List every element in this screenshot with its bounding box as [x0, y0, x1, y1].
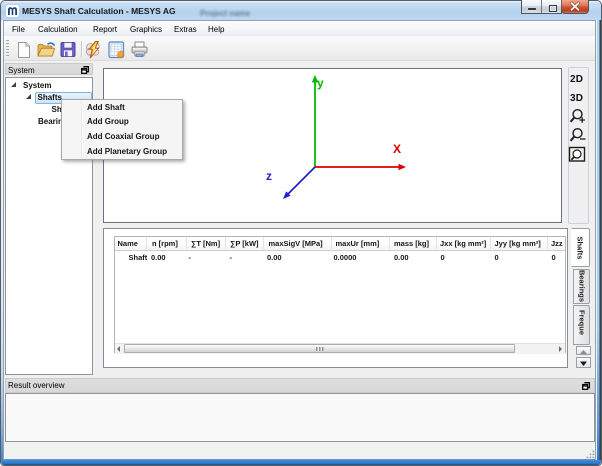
svg-text:X: X: [393, 142, 401, 156]
svg-text:y: y: [317, 76, 324, 90]
svg-text:z: z: [266, 169, 272, 183]
